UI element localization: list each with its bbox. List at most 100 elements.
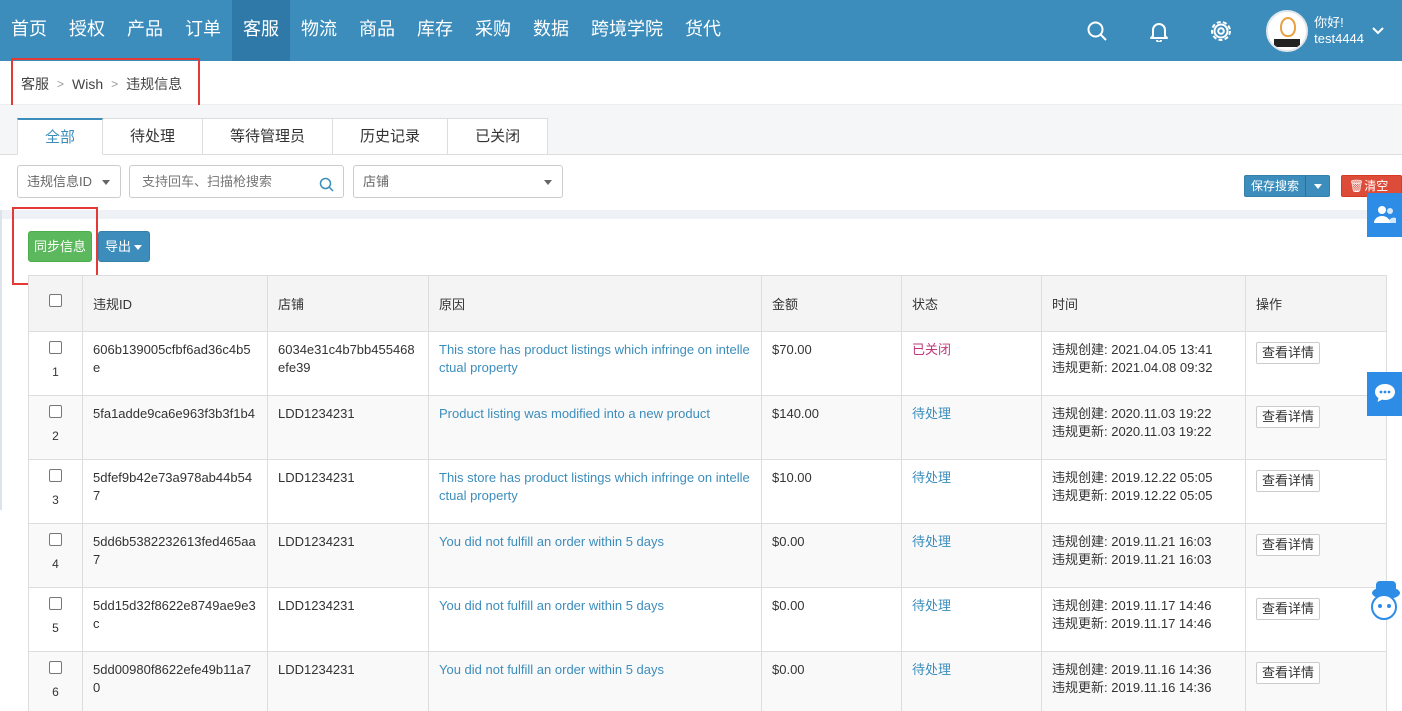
tab-pending[interactable]: 待处理 — [103, 118, 204, 155]
nav-icons: 你好! test4444 — [1066, 0, 1402, 61]
reason-link[interactable]: You did not fulfill an order within 5 da… — [439, 662, 664, 677]
robot-icon[interactable] — [1360, 575, 1402, 627]
created-time: 违规创建: 2019.11.21 16:03 — [1052, 534, 1212, 549]
avatar — [1266, 9, 1309, 52]
reason-link[interactable]: This store has product listings which in… — [439, 342, 750, 375]
row-checkbox[interactable] — [49, 469, 62, 482]
chevron-right-icon: > — [111, 77, 119, 91]
reason-cell: This store has product listings which in… — [428, 331, 762, 396]
search-icon[interactable] — [1066, 0, 1128, 61]
nav-item[interactable]: 库存 — [406, 0, 464, 61]
created-time: 违规创建: 2019.11.17 14:46 — [1052, 598, 1212, 613]
chevron-right-icon: > — [57, 77, 65, 91]
nav-item[interactable]: 订单 — [174, 0, 232, 61]
nav-item[interactable]: 物流 — [290, 0, 348, 61]
column-header: 违规ID — [82, 275, 268, 332]
trash-icon: 🗑 — [1349, 179, 1365, 193]
breadcrumb-item-violations: 违规信息 — [126, 76, 183, 92]
created-time: 违规创建: 2021.04.05 13:41 — [1052, 342, 1213, 357]
view-detail-button[interactable]: 查看详情 — [1256, 342, 1321, 364]
reason-cell: Product listing was modified into a new … — [428, 395, 762, 460]
status-label: 待处理 — [912, 598, 952, 613]
breadcrumb-item-service[interactable]: 客服 — [21, 74, 49, 94]
save-search-label: 保存搜索 — [1251, 179, 1300, 193]
nav-item[interactable]: 产品 — [116, 0, 174, 61]
row-checkbox[interactable] — [49, 533, 62, 546]
table-row: 4 5dd6b5382232613fed465aa7 LDD1234231 You d… — [28, 523, 1387, 588]
gear-icon[interactable] — [1190, 0, 1252, 61]
reason-link[interactable]: You did not fulfill an order within 5 da… — [439, 534, 664, 549]
nav-item[interactable]: 货代 — [674, 0, 732, 61]
view-detail-button[interactable]: 查看详情 — [1256, 598, 1321, 620]
view-detail-button[interactable]: 查看详情 — [1256, 470, 1321, 492]
action-cell: 查看详情 — [1245, 459, 1387, 524]
row-checkbox[interactable] — [49, 341, 62, 354]
tab-all[interactable]: 全部 — [17, 118, 104, 155]
save-search-dropdown[interactable] — [1305, 176, 1329, 196]
bell-icon[interactable] — [1128, 0, 1190, 61]
status-cell: 已关闭 — [901, 331, 1042, 396]
chevron-down-icon — [1372, 23, 1384, 38]
row-number: 2 — [52, 429, 59, 443]
store-name: 6034e31c4b7bb455468efe39 — [267, 331, 429, 396]
row-checkbox[interactable] — [49, 405, 62, 418]
updated-time: 违规更新: 2019.11.17 14:46 — [1052, 616, 1212, 631]
row-select-cell: 1 — [28, 331, 83, 396]
chat-float-button[interactable] — [1367, 372, 1402, 416]
view-detail-button[interactable]: 查看详情 — [1256, 406, 1321, 428]
table-row: 1 606b139005cfbf6ad36c4b5e 6034e31c4b7bb45… — [28, 331, 1387, 396]
violation-id: 5dd6b5382232613fed465aa7 — [82, 523, 268, 588]
violation-id: 606b139005cfbf6ad36c4b5e — [82, 331, 268, 396]
search-field-select[interactable]: 违规信息ID — [17, 165, 121, 198]
violation-id: 5dfef9b42e73a978ab44b547 — [82, 459, 268, 524]
tab-history[interactable]: 历史记录 — [333, 118, 449, 155]
save-search-button[interactable]: 保存搜索 — [1244, 175, 1331, 197]
search-input[interactable]: 支持回车、扫描枪搜索 — [129, 165, 344, 198]
violation-id: 5dd00980f8622efe49b11a70 — [82, 651, 268, 711]
search-icon[interactable] — [319, 173, 335, 204]
updated-time: 违规更新: 2020.11.03 19:22 — [1052, 424, 1212, 439]
row-select-cell: 2 — [28, 395, 83, 460]
breadcrumb-bar: 客服 > Wish > 违规信息 — [0, 61, 1402, 105]
sync-info-button[interactable]: 同步信息 — [28, 231, 92, 262]
row-checkbox[interactable] — [49, 661, 62, 674]
nav-item[interactable]: 客服 — [232, 0, 290, 61]
search-input-placeholder: 支持回车、扫描枪搜索 — [142, 174, 273, 189]
nav-item[interactable]: 授权 — [58, 0, 116, 61]
status-label: 待处理 — [912, 470, 952, 485]
table-row: 6 5dd00980f8622efe49b11a70 LDD1234231 You d… — [28, 651, 1387, 711]
nav-item[interactable]: 跨境学院 — [580, 0, 674, 61]
nav-item[interactable]: 商品 — [348, 0, 406, 61]
view-detail-button[interactable]: 查看详情 — [1256, 662, 1321, 684]
nav-item[interactable]: 首页 — [0, 0, 58, 61]
left-edge-bar — [0, 210, 2, 510]
contacts-float-button[interactable] — [1367, 193, 1402, 237]
action-cell: 查看详情 — [1245, 331, 1387, 396]
tab-closed[interactable]: 已关闭 — [448, 118, 549, 155]
row-checkbox[interactable] — [49, 597, 62, 610]
amount: $70.00 — [761, 331, 902, 396]
status-tabs: 全部 待处理 等待管理员 历史记录 已关闭 — [17, 118, 549, 155]
breadcrumb-item-wish[interactable]: Wish — [72, 76, 103, 92]
updated-time: 违规更新: 2021.04.08 09:32 — [1052, 360, 1213, 375]
amount: $140.00 — [761, 395, 902, 460]
reason-link[interactable]: Product listing was modified into a new … — [439, 406, 710, 421]
nav-item[interactable]: 采购 — [464, 0, 522, 61]
store-select[interactable]: 店铺 — [353, 165, 563, 198]
user-menu[interactable]: 你好! test4444 — [1252, 0, 1402, 61]
reason-link[interactable]: This store has product listings which in… — [439, 470, 750, 503]
amount: $0.00 — [761, 651, 902, 711]
nav-item[interactable]: 数据 — [522, 0, 580, 61]
store-name: LDD1234231 — [267, 523, 429, 588]
select-all-checkbox[interactable] — [49, 294, 62, 307]
reason-cell: You did not fulfill an order within 5 da… — [428, 523, 762, 588]
row-number: 5 — [52, 621, 59, 635]
tab-awaiting-admin[interactable]: 等待管理员 — [203, 118, 334, 155]
column-header: 店铺 — [267, 275, 429, 332]
row-number: 6 — [52, 685, 59, 699]
reason-link[interactable]: You did not fulfill an order within 5 da… — [439, 598, 664, 613]
amount: $10.00 — [761, 459, 902, 524]
view-detail-button[interactable]: 查看详情 — [1256, 534, 1321, 556]
export-button[interactable]: 导出 — [98, 231, 150, 262]
user-greeting: 你好! — [1314, 14, 1344, 30]
